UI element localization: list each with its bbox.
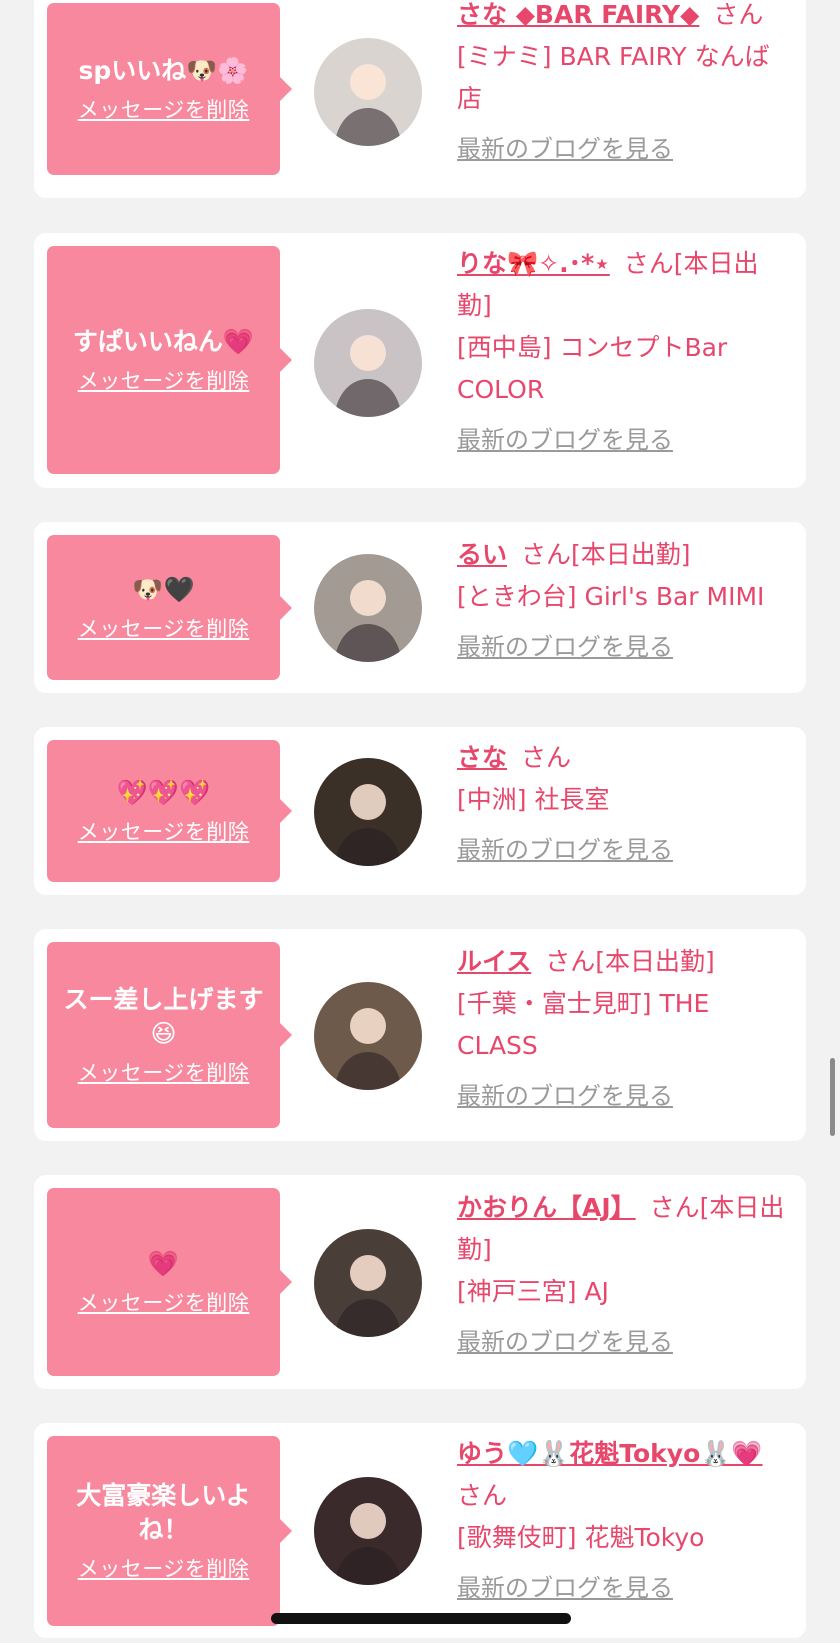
cast-info: るい さん[本日出勤] [ときわ台] Girl's Bar MIMI 最新のブログ…	[457, 534, 787, 668]
message-text: spいいね🐶🌸	[78, 56, 249, 85]
name-suffix: さん	[713, 0, 764, 29]
latest-blog-link[interactable]: 最新のブログを見る	[457, 626, 673, 668]
shop-label: [ミナミ] BAR FAIRY なんば店	[457, 42, 770, 113]
cast-name-link[interactable]: ゆう🩵🐰花魁Tokyo🐰💗	[457, 1439, 763, 1468]
name-suffix: さん[本日出勤]	[545, 947, 715, 976]
message-bubble: スー差し上げます😆 メッセージを削除	[47, 942, 292, 1128]
name-suffix: さん	[457, 1481, 508, 1510]
delete-message-link[interactable]: メッセージを削除	[78, 1553, 250, 1583]
name-suffix: さん[本日出勤]	[521, 540, 691, 569]
cast-name-link[interactable]: ルイス	[457, 947, 531, 976]
shop-label: [歌舞伎町] 花魁Tokyo	[457, 1523, 705, 1552]
delete-message-link[interactable]: メッセージを削除	[78, 816, 250, 846]
message-card: スー差し上げます😆 メッセージを削除 ルイス さん[本日出勤] [千葉・富士見町]…	[34, 929, 806, 1141]
message-text: スー差し上げます😆	[63, 985, 264, 1048]
delete-message-link[interactable]: メッセージを削除	[78, 613, 250, 643]
message-card: すぱいいねん💗 メッセージを削除 りな🎀✧.･*⋆ さん[本日出勤] [西中島] …	[34, 233, 806, 488]
shop-label: [西中島] コンセプトBar COLOR	[457, 333, 728, 404]
cast-name-link[interactable]: るい	[457, 540, 507, 569]
delete-message-link[interactable]: メッセージを削除	[78, 365, 250, 395]
cast-name-link[interactable]: かおりん【AJ】	[457, 1193, 636, 1222]
shop-label: [ときわ台] Girl's Bar MIMI	[457, 582, 765, 611]
avatar[interactable]	[314, 38, 422, 146]
message-bubble: 💖💖💖 メッセージを削除	[47, 740, 292, 882]
message-card: 大富豪楽しいよね！ メッセージを削除 ゆう🩵🐰花魁Tokyo🐰💗 さん [歌舞伎町…	[34, 1423, 806, 1638]
delete-message-link[interactable]: メッセージを削除	[78, 1287, 250, 1317]
latest-blog-link[interactable]: 最新のブログを見る	[457, 1567, 673, 1609]
latest-blog-link[interactable]: 最新のブログを見る	[457, 1075, 673, 1117]
avatar[interactable]	[314, 309, 422, 417]
avatar[interactable]	[314, 1477, 422, 1585]
latest-blog-link[interactable]: 最新のブログを見る	[457, 829, 673, 871]
message-card: 🐶🖤 メッセージを削除 るい さん[本日出勤] [ときわ台] Girl's Bar…	[34, 522, 806, 693]
message-card: 💗 メッセージを削除 かおりん【AJ】 さん[本日出勤] [神戸三宮] AJ 最新…	[34, 1175, 806, 1389]
latest-blog-link[interactable]: 最新のブログを見る	[457, 419, 673, 461]
avatar[interactable]	[314, 982, 422, 1090]
cast-name-link[interactable]: りな🎀✧.･*⋆	[457, 249, 610, 278]
message-text: すぱいいねん💗	[72, 327, 255, 356]
shop-label: [千葉・富士見町] THE CLASS	[457, 989, 710, 1060]
cast-name-link[interactable]: さな ◆BAR FAIRY◆	[457, 0, 699, 29]
delete-message-link[interactable]: メッセージを削除	[78, 1057, 250, 1087]
cast-info: りな🎀✧.･*⋆ さん[本日出勤] [西中島] コンセプトBar COLOR 最新…	[457, 243, 787, 461]
message-text: 💖💖💖	[116, 778, 211, 807]
message-bubble: 🐶🖤 メッセージを削除	[47, 535, 292, 680]
message-text: 大富豪楽しいよね！	[76, 1481, 251, 1544]
message-card: spいいね🐶🌸 メッセージを削除 さな ◆BAR FAIRY◆ さん [ミナミ] …	[34, 0, 806, 198]
cast-name-link[interactable]: さな	[457, 743, 507, 772]
message-card: 💖💖💖 メッセージを削除 さな さん [中洲] 社長室 最新のブログを見る	[34, 727, 806, 895]
message-bubble: 💗 メッセージを削除	[47, 1188, 292, 1376]
avatar[interactable]	[314, 554, 422, 662]
cast-info: さな さん [中洲] 社長室 最新のブログを見る	[457, 737, 787, 871]
latest-blog-link[interactable]: 最新のブログを見る	[457, 1321, 673, 1363]
home-indicator	[271, 1613, 571, 1624]
cast-info: ゆう🩵🐰花魁Tokyo🐰💗 さん [歌舞伎町] 花魁Tokyo 最新のブログを見る	[457, 1433, 787, 1609]
name-suffix: さん	[521, 743, 572, 772]
avatar[interactable]	[314, 1229, 422, 1337]
scrollbar[interactable]	[830, 1058, 835, 1136]
shop-label: [神戸三宮] AJ	[457, 1277, 609, 1306]
avatar[interactable]	[314, 758, 422, 866]
message-bubble: 大富豪楽しいよね！ メッセージを削除	[47, 1436, 292, 1626]
cast-info: ルイス さん[本日出勤] [千葉・富士見町] THE CLASS 最新のブログを見…	[457, 941, 787, 1117]
cast-info: さな ◆BAR FAIRY◆ さん [ミナミ] BAR FAIRY なんば店 最新…	[457, 0, 787, 170]
latest-blog-link[interactable]: 最新のブログを見る	[457, 128, 673, 170]
cast-info: かおりん【AJ】 さん[本日出勤] [神戸三宮] AJ 最新のブログを見る	[457, 1187, 787, 1363]
message-text: 🐶🖤	[132, 574, 195, 604]
message-text: 💗	[147, 1249, 180, 1278]
shop-label: [中洲] 社長室	[457, 785, 610, 814]
message-bubble: spいいね🐶🌸 メッセージを削除	[47, 3, 292, 175]
delete-message-link[interactable]: メッセージを削除	[78, 94, 250, 124]
message-bubble: すぱいいねん💗 メッセージを削除	[47, 246, 292, 474]
